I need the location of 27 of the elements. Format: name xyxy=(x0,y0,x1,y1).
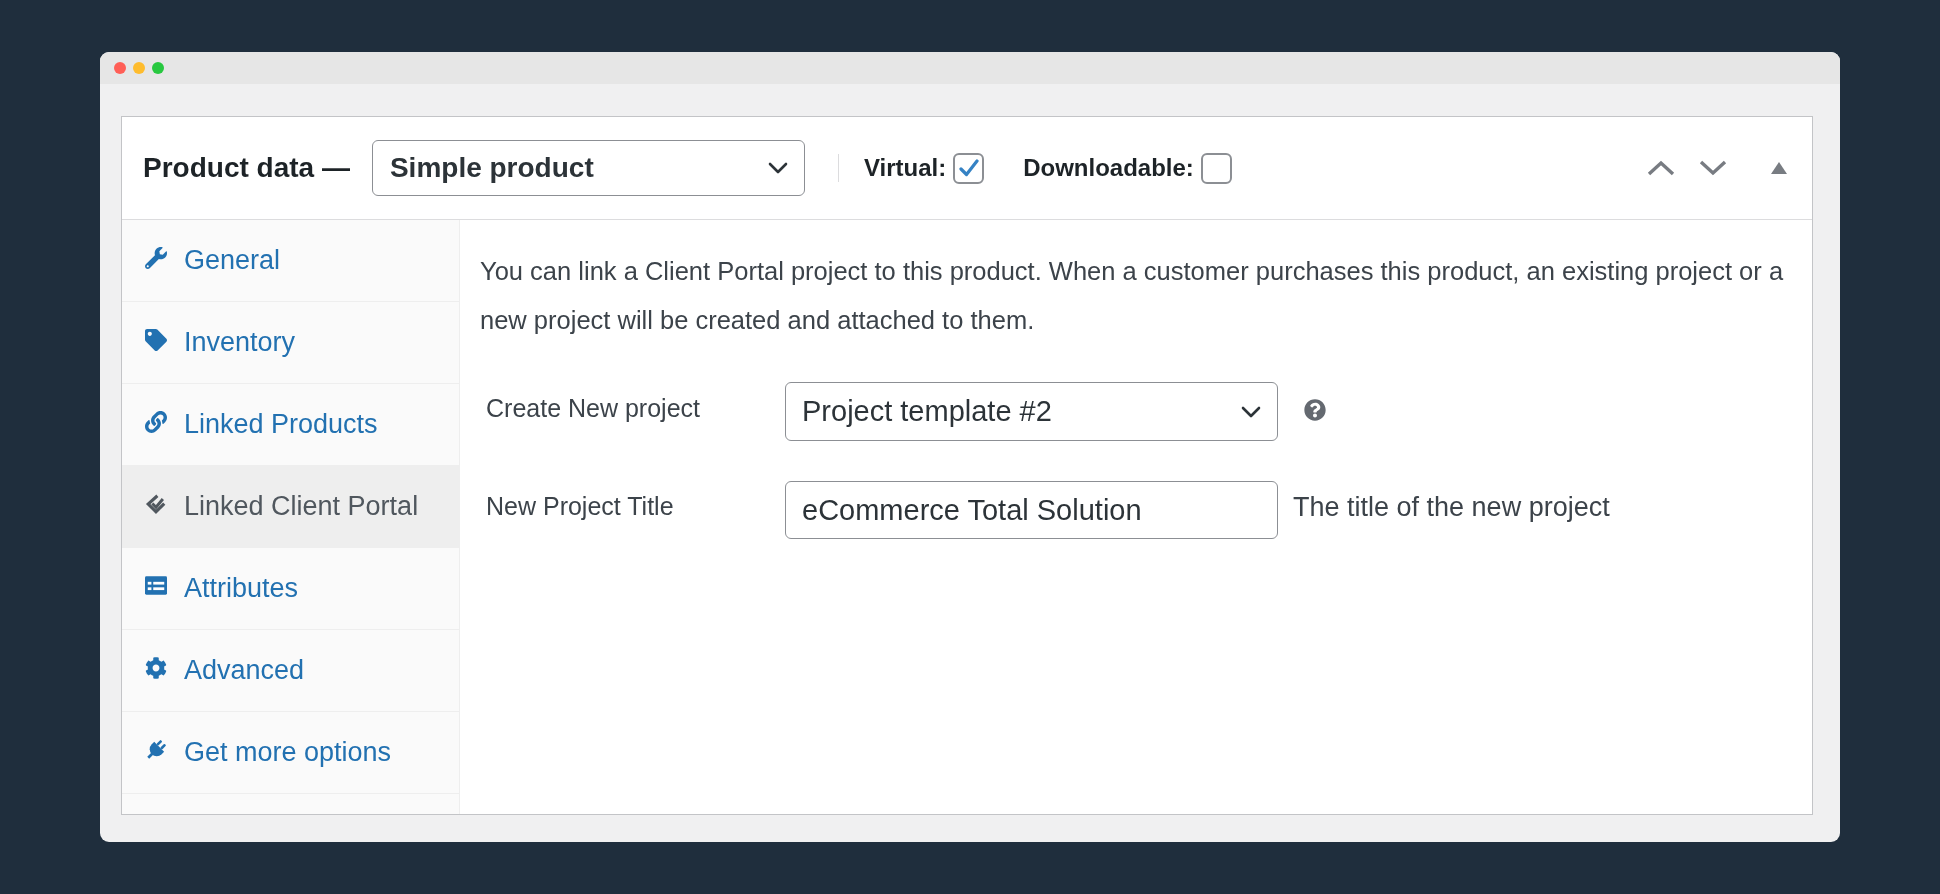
field-description: The title of the new project xyxy=(1293,490,1610,524)
checkbox[interactable] xyxy=(953,152,985,184)
wrench-icon xyxy=(145,246,167,269)
checkmark-icon xyxy=(958,159,979,177)
plug-icon xyxy=(145,738,167,761)
intro-text: You can link a Client Portal project to this product. When a customer purchases this product, an existing project or a new project will be created and attached to them. xyxy=(480,256,1785,336)
chevron-down-icon xyxy=(1241,405,1261,418)
product-type-select[interactable]: Simple product xyxy=(371,140,805,196)
triangle-up-icon[interactable] xyxy=(1771,162,1787,174)
checkbox[interactable] xyxy=(1200,152,1232,184)
product-data-title: Product data — xyxy=(143,151,350,185)
chevron-down-icon[interactable] xyxy=(1699,160,1727,176)
list-card-icon xyxy=(145,576,167,595)
gear-icon xyxy=(145,656,167,679)
title-input[interactable]: eCommerce Total Solution xyxy=(785,481,1278,539)
tag-icon xyxy=(145,328,167,351)
link-icon xyxy=(145,410,167,433)
template-select[interactable]: Project template #2 xyxy=(785,382,1278,441)
diamond-check-icon xyxy=(145,492,167,515)
sidebar-tab[interactable]: Linked Client Portal xyxy=(122,466,459,548)
chevron-up-icon[interactable] xyxy=(1647,160,1675,176)
checkbox-label: Virtual: xyxy=(863,153,947,183)
chevron-down-icon xyxy=(767,162,788,174)
field-label: New Project Title xyxy=(486,491,675,523)
field-label: Create New project xyxy=(486,392,701,424)
help-icon[interactable] xyxy=(1304,398,1326,421)
checkbox-label: Downloadable: xyxy=(1023,153,1194,183)
